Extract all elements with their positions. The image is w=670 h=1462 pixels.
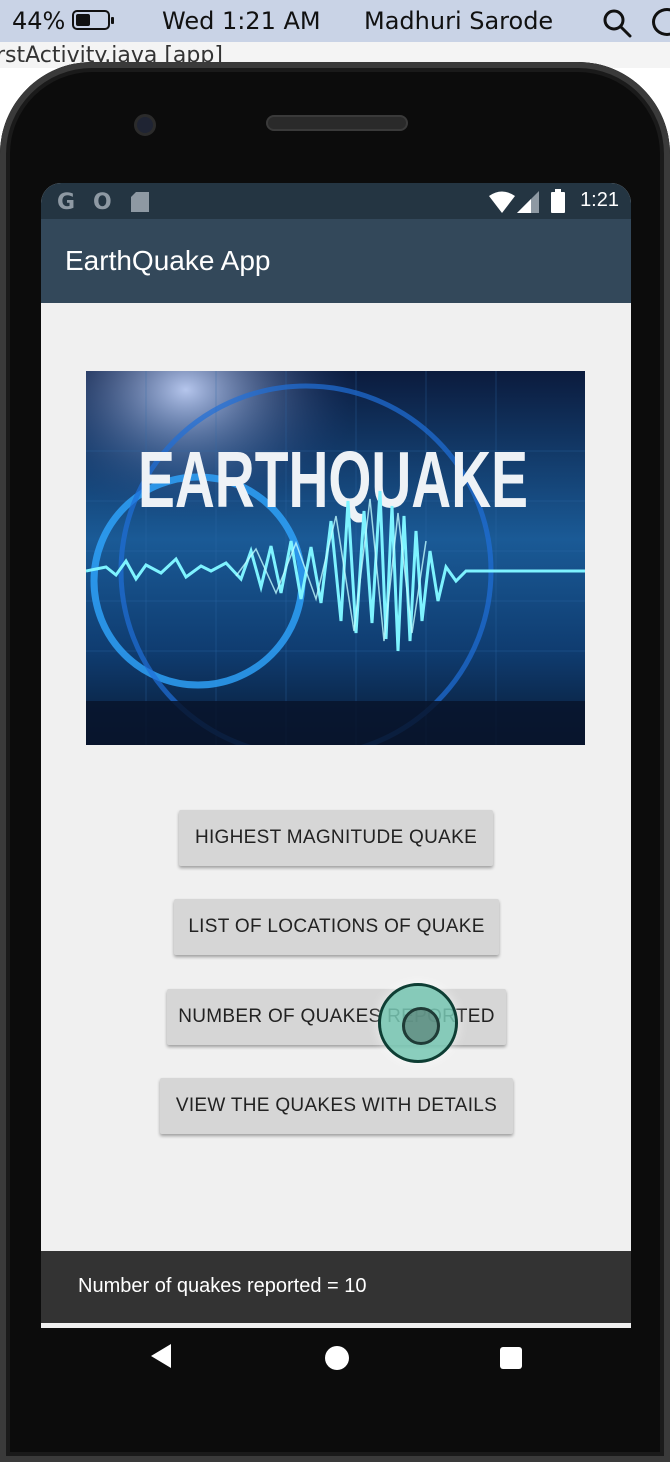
- phone-screen: G O 1:21 EarthQuake App EARTHQUAKE HIGHE…: [41, 183, 631, 1328]
- list-locations-button[interactable]: LIST OF LOCATIONS OF QUAKE: [174, 899, 499, 955]
- circle-notification-icon: O: [93, 190, 112, 215]
- earthquake-illustration: EARTHQUAKE: [86, 371, 585, 745]
- app-title: EarthQuake App: [65, 245, 271, 276]
- menubar-user[interactable]: Madhuri Sarode: [364, 7, 553, 35]
- battery-percent: 44%: [12, 7, 66, 35]
- cell-signal-icon: [517, 191, 539, 213]
- battery-icon[interactable]: [72, 10, 114, 30]
- view-quakes-details-button[interactable]: VIEW THE QUAKES WITH DETAILS: [160, 1078, 513, 1134]
- search-icon[interactable]: [602, 8, 632, 38]
- google-notification-icon: G: [57, 190, 76, 215]
- status-time: 1:21: [580, 189, 619, 211]
- siri-icon[interactable]: [652, 8, 670, 36]
- recent-apps-icon[interactable]: [500, 1347, 522, 1369]
- snackbar-message: Number of quakes reported = 10: [78, 1275, 367, 1297]
- wifi-icon: [489, 191, 515, 213]
- android-nav-bar: [41, 1324, 631, 1396]
- android-status-bar: G O 1:21: [41, 183, 631, 219]
- earthquake-banner-image: EARTHQUAKE: [86, 371, 585, 745]
- sd-card-icon: [131, 192, 149, 212]
- mac-menubar: 44% Wed 1:21 AM Madhuri Sarode: [0, 0, 670, 42]
- earpiece-speaker: [266, 115, 408, 131]
- touch-indicator: [378, 983, 458, 1063]
- front-camera: [134, 114, 156, 136]
- menubar-clock[interactable]: Wed 1:21 AM: [162, 7, 321, 35]
- banner-text: EARTHQUAKE: [138, 435, 528, 524]
- battery-icon: [551, 189, 565, 213]
- back-icon[interactable]: [151, 1344, 171, 1368]
- highest-magnitude-button[interactable]: HIGHEST MAGNITUDE QUAKE: [179, 810, 493, 866]
- home-icon[interactable]: [325, 1346, 349, 1370]
- app-toolbar: EarthQuake App: [41, 219, 631, 303]
- snackbar: Number of quakes reported = 10: [41, 1251, 631, 1323]
